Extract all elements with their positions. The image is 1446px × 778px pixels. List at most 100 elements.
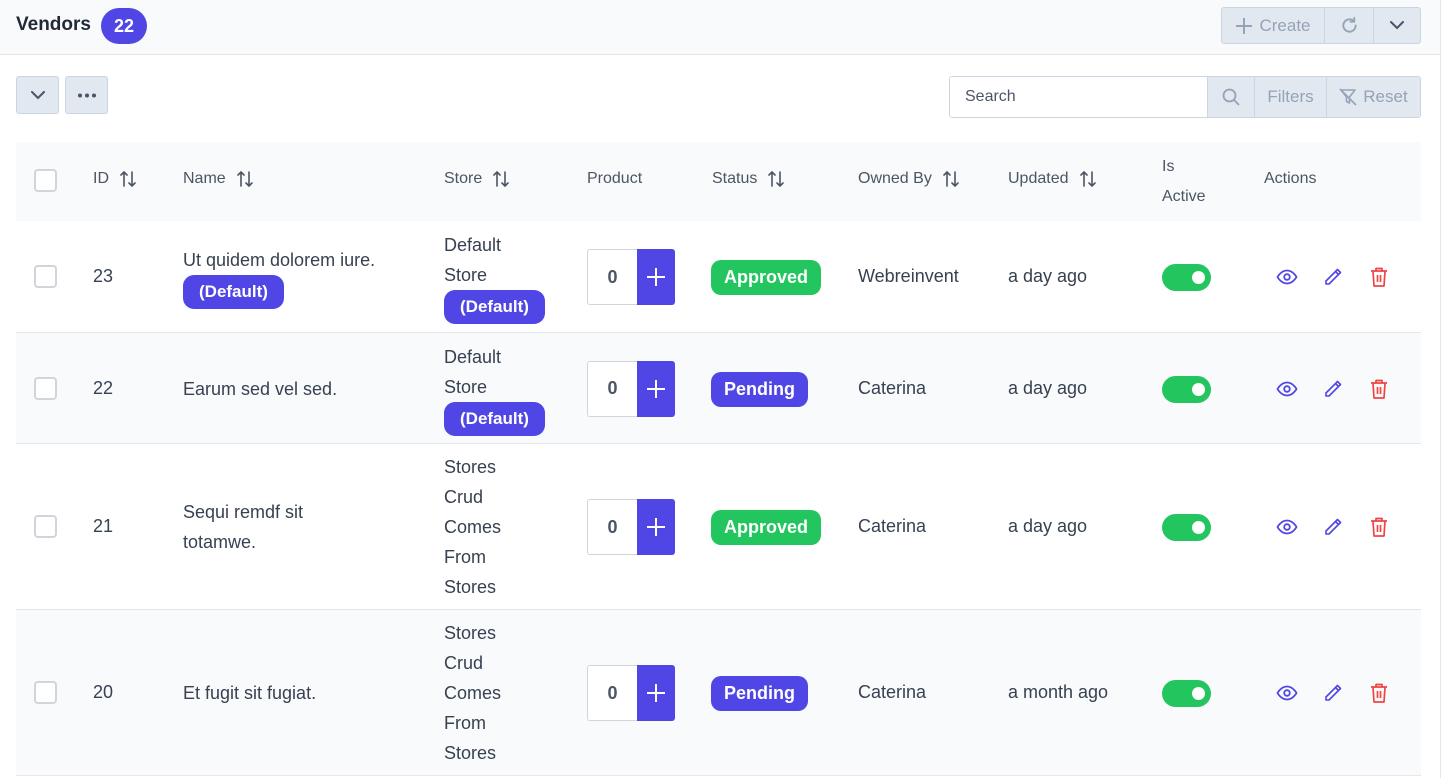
- create-button-label: Create: [1259, 15, 1311, 35]
- row-checkbox[interactable]: [34, 376, 57, 400]
- refresh-button[interactable]: [1325, 8, 1374, 43]
- default-badge: (Default): [183, 275, 284, 309]
- table-header: ID Name Store Product Status Owned By Up…: [16, 142, 1421, 221]
- bulk-actions-dropdown[interactable]: [16, 76, 59, 114]
- trash-icon: [1371, 379, 1387, 399]
- status-badge: Approved: [711, 510, 822, 545]
- column-header-status[interactable]: Status: [712, 170, 785, 188]
- store-name-line: Default: [444, 346, 502, 367]
- sort-icon: [768, 170, 785, 188]
- sort-icon: [1079, 170, 1096, 188]
- search-icon: [1222, 88, 1240, 106]
- header-dropdown-button[interactable]: [1374, 8, 1420, 43]
- search-input[interactable]: [950, 77, 1207, 117]
- table-row: 23 Ut quidem dolorem iure. (Default) Defa…: [16, 221, 1421, 333]
- plus-icon: [647, 379, 665, 398]
- store-name-line: Comes: [444, 683, 502, 703]
- product-stepper: 0: [587, 360, 675, 417]
- column-label: Owned By: [858, 170, 932, 187]
- edit-button[interactable]: [1322, 266, 1344, 288]
- is-active-toggle[interactable]: [1162, 264, 1211, 291]
- store-name-line: Crud: [444, 653, 484, 673]
- view-button[interactable]: [1276, 266, 1298, 288]
- column-header-name[interactable]: Name: [183, 170, 254, 188]
- add-product-button[interactable]: [637, 665, 675, 721]
- store-name-line: Store: [444, 265, 488, 285]
- trash-icon: [1371, 683, 1387, 703]
- trash-icon: [1371, 517, 1387, 537]
- row-checkbox[interactable]: [34, 681, 57, 704]
- vendor-id: 21: [93, 516, 114, 536]
- vendor-name-cell: Sequi remdf sit totamwe.: [183, 444, 303, 610]
- column-label: Updated: [1008, 170, 1069, 187]
- edit-button[interactable]: [1322, 378, 1344, 400]
- column-label: Actions: [1264, 170, 1317, 187]
- status-cell: Approved: [711, 510, 822, 545]
- add-product-button[interactable]: [637, 249, 675, 305]
- row-actions: [1276, 682, 1390, 704]
- is-active-toggle[interactable]: [1162, 680, 1211, 707]
- search-bar: Filters Reset: [949, 76, 1421, 118]
- filters-button[interactable]: Filters: [1254, 77, 1326, 117]
- store-name-line: From: [444, 547, 486, 567]
- more-options-button[interactable]: [65, 76, 108, 114]
- page-header: Vendors 22 Create: [0, 0, 1440, 55]
- chevron-down-icon: [1390, 21, 1404, 30]
- add-product-button[interactable]: [637, 360, 675, 417]
- vendor-name-cell: Ut quidem dolorem iure. (Default): [183, 221, 375, 333]
- delete-button[interactable]: [1368, 682, 1390, 704]
- delete-button[interactable]: [1368, 516, 1390, 538]
- reset-button[interactable]: Reset: [1326, 77, 1420, 117]
- row-checkbox[interactable]: [34, 515, 57, 538]
- edit-button[interactable]: [1322, 516, 1344, 538]
- view-button[interactable]: [1276, 378, 1298, 400]
- default-badge: (Default): [444, 401, 545, 436]
- vendor-name-line: Sequi remdf sit: [183, 502, 304, 522]
- store-name-line: Crud: [444, 487, 484, 507]
- row-actions: [1276, 266, 1390, 288]
- view-button[interactable]: [1276, 682, 1298, 704]
- header-action-group: Create: [1221, 7, 1421, 44]
- updated-time: a month ago: [1008, 682, 1109, 702]
- vendor-id: 20: [93, 682, 114, 702]
- delete-button[interactable]: [1368, 266, 1390, 288]
- page-title: Vendors: [16, 14, 91, 35]
- updated-time: a day ago: [1008, 266, 1088, 286]
- row-checkbox-cell: [34, 376, 57, 400]
- vendor-count-badge: 22: [101, 8, 147, 44]
- is-active-toggle[interactable]: [1162, 375, 1211, 403]
- row-checkbox-cell: [34, 515, 57, 538]
- owned-by: Caterina: [858, 682, 927, 702]
- store-name-line: Store: [444, 376, 488, 397]
- column-header-updated[interactable]: Updated: [1008, 170, 1097, 188]
- store-cell: Default Store (Default): [444, 221, 545, 333]
- column-header-store[interactable]: Store: [444, 170, 510, 188]
- is-active-toggle[interactable]: [1162, 514, 1211, 541]
- scrollbar-track[interactable]: [1440, 0, 1446, 778]
- search-button[interactable]: [1207, 77, 1254, 117]
- pencil-icon: [1325, 518, 1342, 535]
- owned-by: Webreinvent: [858, 266, 959, 286]
- vendor-name-line: Et fugit sit fugiat.: [183, 683, 317, 703]
- edit-button[interactable]: [1322, 682, 1344, 704]
- column-header-owned-by[interactable]: Owned By: [858, 170, 960, 188]
- select-all-checkbox[interactable]: [34, 169, 57, 192]
- updated-time: a day ago: [1008, 377, 1088, 398]
- delete-button[interactable]: [1368, 378, 1390, 400]
- view-button[interactable]: [1276, 516, 1298, 538]
- plus-icon: [1236, 17, 1253, 34]
- column-header-product: Product: [587, 170, 642, 188]
- column-label: Status: [712, 170, 758, 187]
- pencil-icon: [1325, 380, 1342, 397]
- row-actions: [1276, 378, 1390, 400]
- create-button[interactable]: Create: [1222, 8, 1325, 43]
- status-cell: Pending: [711, 371, 808, 407]
- pencil-icon: [1325, 684, 1342, 701]
- product-count: 0: [587, 499, 637, 555]
- add-product-button[interactable]: [637, 499, 675, 555]
- row-checkbox[interactable]: [34, 265, 57, 288]
- column-header-id[interactable]: ID: [93, 170, 137, 188]
- store-name-line: Default: [444, 235, 502, 255]
- store-cell: Stores Crud Comes From Stores: [444, 610, 501, 776]
- owned-by: Caterina: [858, 516, 927, 536]
